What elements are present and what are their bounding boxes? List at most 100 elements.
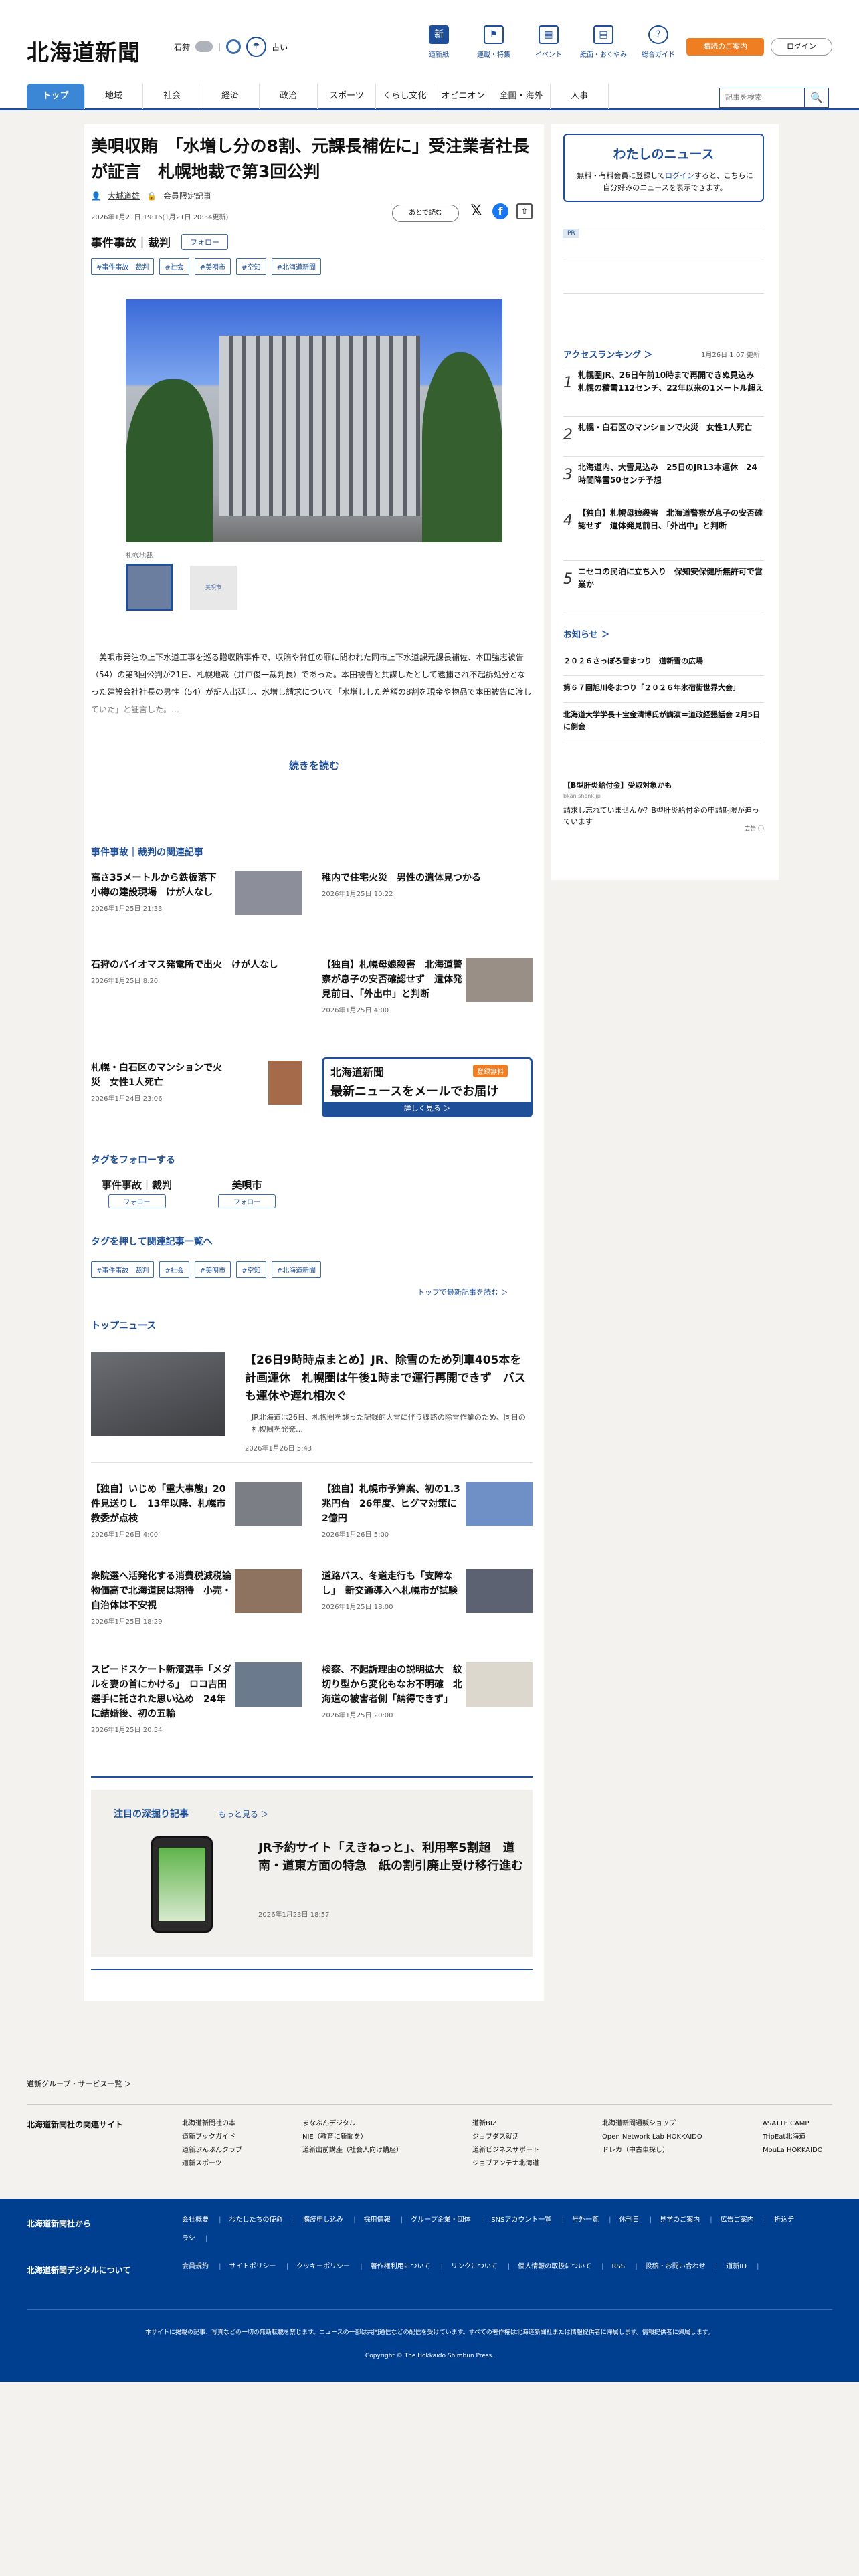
footer-link[interactable]: 著作権利用について <box>371 2263 443 2270</box>
footer-link[interactable]: RSS <box>611 2263 637 2270</box>
footer-link[interactable]: 会社概要 <box>182 2216 221 2224</box>
banner-more[interactable]: 詳しく見る ＞ <box>324 1102 531 1115</box>
tag[interactable]: #事件事故｜裁判 <box>91 258 155 275</box>
notice-heading[interactable]: お知らせ ＞ <box>563 627 609 640</box>
deep-thumbnail[interactable] <box>151 1836 213 1933</box>
tag[interactable]: #北海道新聞 <box>271 258 321 275</box>
nav-events[interactable]: ▦ イベント <box>521 25 576 59</box>
tab-national[interactable]: 全国・海外 <box>492 84 551 109</box>
sponsored-ad[interactable]: 【B型肝炎給付金】受取対象かも bkan.shenk.jp 請求し忘れていません… <box>563 780 764 833</box>
footer-link[interactable]: 号外一覧 <box>572 2216 611 2224</box>
tab-sports[interactable]: スポーツ <box>318 84 376 109</box>
tag[interactable]: #美唄市 <box>194 1261 231 1278</box>
ranking-heading[interactable]: アクセスランキング ＞ <box>563 348 653 360</box>
ranking-item[interactable]: 2 札幌・白石区のマンションで火災 女性1人死亡 <box>563 421 764 443</box>
category-label[interactable]: 事件事故｜裁判 <box>91 233 171 250</box>
subscribe-button[interactable]: 購読のご案内 <box>686 38 764 56</box>
tag[interactable]: #北海道新聞 <box>271 1261 321 1278</box>
top-news-item[interactable]: 【独自】いじめ「重大事態」20件見送りし 13年以降、札幌市教委が点検 2026年… <box>91 1482 302 1539</box>
site-link[interactable]: Open Network Lab HOKKAIDO <box>602 2131 702 2144</box>
notice-item[interactable]: 北海道大学学長＋宝金清博氏が講演＝道政経懇話会 2月5日に例会 <box>563 709 764 733</box>
top-news-lead[interactable]: 【26日9時時点まとめ】JR、除雪のため列車405本を計画運休 札幌圏は午後1時… <box>91 1352 533 1453</box>
photo-thumbnail[interactable]: 美唄市 <box>190 566 237 610</box>
share-icon[interactable]: ⇧ <box>516 203 533 219</box>
top-news-item[interactable]: 道路バス、冬道走行も「支障なし」 新交通導入へ札幌市が試験 2026年1月25日 … <box>322 1569 533 1613</box>
footer-link[interactable]: SNSアカウント一覧 <box>491 2216 564 2224</box>
search-input[interactable]: 記事を検索 <box>719 88 805 108</box>
site-link[interactable]: 道新スポーツ <box>182 2157 242 2171</box>
site-link[interactable]: ASATTE CAMP <box>763 2117 823 2131</box>
related-item[interactable]: 高さ35メートルから鉄板落下 小樽の建設現場 けが人なし 2026年1月25日 2… <box>91 871 302 915</box>
site-link[interactable]: ジョブダス就活 <box>472 2131 539 2144</box>
top-news-item[interactable]: スピードスケート新濱選手「メダルを妻の首にかける」 ロコ吉田選手に託された思い込… <box>91 1662 302 1734</box>
footer-link[interactable]: 道新ID <box>726 2263 759 2270</box>
tab-culture[interactable]: くらし文化 <box>376 84 434 109</box>
footer-link[interactable]: 採用情報 <box>364 2216 403 2224</box>
footer-link[interactable]: 購読申し込み <box>303 2216 356 2224</box>
login-button[interactable]: ログイン <box>771 38 832 56</box>
tag[interactable]: #事件事故｜裁判 <box>91 1261 155 1278</box>
notice-item[interactable]: 第６７回旭川冬まつり「２０２６年氷宿街世界大会」 <box>563 682 764 694</box>
ranking-item[interactable]: 3 北海道内、大雪見込み 25日のJR13本運休 24時間降雪50センチ予想 <box>563 461 764 487</box>
top-news-item[interactable]: 衆院選へ活発化する消費税減税論 物価高で北海道民は期待 小売・自治体は不安視 20… <box>91 1569 302 1626</box>
tag[interactable]: #美唄市 <box>194 258 231 275</box>
footer-link[interactable]: 投稿・お問い合わせ <box>646 2263 719 2270</box>
footer-link[interactable]: 広告ご案内 <box>721 2216 767 2224</box>
site-link[interactable]: 北海道新聞社の本 <box>182 2117 242 2131</box>
site-link[interactable]: 道新ビジネスサポート <box>472 2144 539 2157</box>
nav-guide[interactable]: ? 総合ガイド <box>631 25 686 59</box>
related-item[interactable]: 石狩のバイオマス発電所で出火 けが人なし 2026年1月25日 8:20 <box>91 958 302 985</box>
footer-link[interactable]: わたしたちの使命 <box>229 2216 296 2224</box>
site-link[interactable]: MouLa HOKKAIDO <box>763 2144 823 2157</box>
to-top-link[interactable]: トップで最新記事を読む ＞ <box>417 1287 508 1297</box>
ranking-item[interactable]: 1 札幌圏JR、26日午前10時まで再開できぬ見込み 札幌の積雪112センチ、22… <box>563 369 764 395</box>
article-photo[interactable] <box>126 299 502 542</box>
continue-reading-link[interactable]: 続きを読む <box>84 758 544 772</box>
site-link[interactable]: TripEat北海道 <box>763 2131 823 2144</box>
x-share-icon[interactable]: 𝕏 <box>468 203 484 219</box>
related-item[interactable]: 【独自】札幌母娘殺害 北海道警察が息子の安否確認せず 遺体発見前日、「外出中」と… <box>322 958 533 1014</box>
footer-link[interactable]: クッキーポリシー <box>296 2263 363 2270</box>
tab-society[interactable]: 社会 <box>143 84 201 109</box>
photo-thumbnail[interactable] <box>126 564 173 611</box>
site-link[interactable]: ジョブアンテナ北海道 <box>472 2157 539 2171</box>
follow-button[interactable]: フォロー <box>181 233 228 250</box>
tab-local[interactable]: 地域 <box>85 84 143 109</box>
newsletter-banner[interactable]: 北海道新聞 登録無料 最新ニュースをメールでお届け 詳しく見る ＞ <box>322 1057 533 1117</box>
nav-series[interactable]: ⚑ 連載・特集 <box>466 25 521 59</box>
footer-link[interactable]: 会員規約 <box>182 2263 221 2270</box>
follow-button[interactable]: フォロー <box>108 1194 166 1208</box>
site-link[interactable]: 道新ブックガイド <box>182 2131 242 2144</box>
site-link[interactable]: NIE（教育に新聞を） <box>302 2131 403 2144</box>
fortune-label[interactable]: 占い <box>272 41 288 53</box>
author-link[interactable]: 大城道雄 <box>108 190 140 201</box>
deep-more-link[interactable]: もっと見る ＞ <box>218 1808 269 1820</box>
site-link[interactable]: 道新ぶんぶんクラブ <box>182 2144 242 2157</box>
nav-obituary[interactable]: ▤ 紙面・おくやみ <box>576 25 631 59</box>
tab-personnel[interactable]: 人事 <box>551 84 609 109</box>
footer-link[interactable]: リンクについて <box>451 2263 510 2270</box>
ad-info-icon[interactable]: 広告 ⓘ <box>744 824 764 833</box>
group-services-link[interactable]: 道新グループ・サービス一覧 ＞ <box>27 2078 132 2089</box>
footer-link[interactable]: 休刊日 <box>619 2216 652 2224</box>
tag[interactable]: #空知 <box>236 258 266 275</box>
tag[interactable]: #社会 <box>159 258 189 275</box>
tab-opinion[interactable]: オピニオン <box>434 84 492 109</box>
weather-widget[interactable]: 石狩 | ☂ 占い <box>174 37 288 57</box>
ranking-item[interactable]: 4 【独自】札幌母娘殺害 北海道警察が息子の安否確認せず 遺体発見前日、「外出中」… <box>563 507 764 532</box>
site-logo[interactable]: 北海道新聞 <box>27 35 140 67</box>
footer-link[interactable]: グループ企業・団体 <box>411 2216 483 2224</box>
tag[interactable]: #社会 <box>159 1261 189 1278</box>
related-heading[interactable]: 事件事故｜裁判の関連記事 <box>91 845 203 859</box>
top-news-item[interactable]: 検察、不起訴理由の説明拡大 紋切り型から変化もなお不明確 北海道の被害者側「納得… <box>322 1662 533 1719</box>
search-icon[interactable]: 🔍 <box>805 88 829 108</box>
related-item[interactable]: 札幌・白石区のマンションで火災 女性1人死亡 2026年1月24日 23:06 <box>91 1061 302 1105</box>
notice-item[interactable]: ２０２６さっぽろ雪まつり 道新雪の広場 <box>563 655 764 667</box>
site-link[interactable]: 道新出前講座（社会人向け講座） <box>302 2144 403 2157</box>
tab-politics[interactable]: 政治 <box>260 84 318 109</box>
read-later-button[interactable]: あとで読む <box>392 205 459 222</box>
ranking-item[interactable]: 5 ニセコの民泊に立ち入り 保知安保健所無許可で営業か <box>563 566 764 591</box>
nav-paper[interactable]: 新道新紙 <box>411 25 466 59</box>
deep-title[interactable]: JR予約サイト「えきねっと」、利用率5割超 道南・道東方面の特急 紙の割引廃止受… <box>258 1839 526 1875</box>
tag[interactable]: #空知 <box>236 1261 266 1278</box>
